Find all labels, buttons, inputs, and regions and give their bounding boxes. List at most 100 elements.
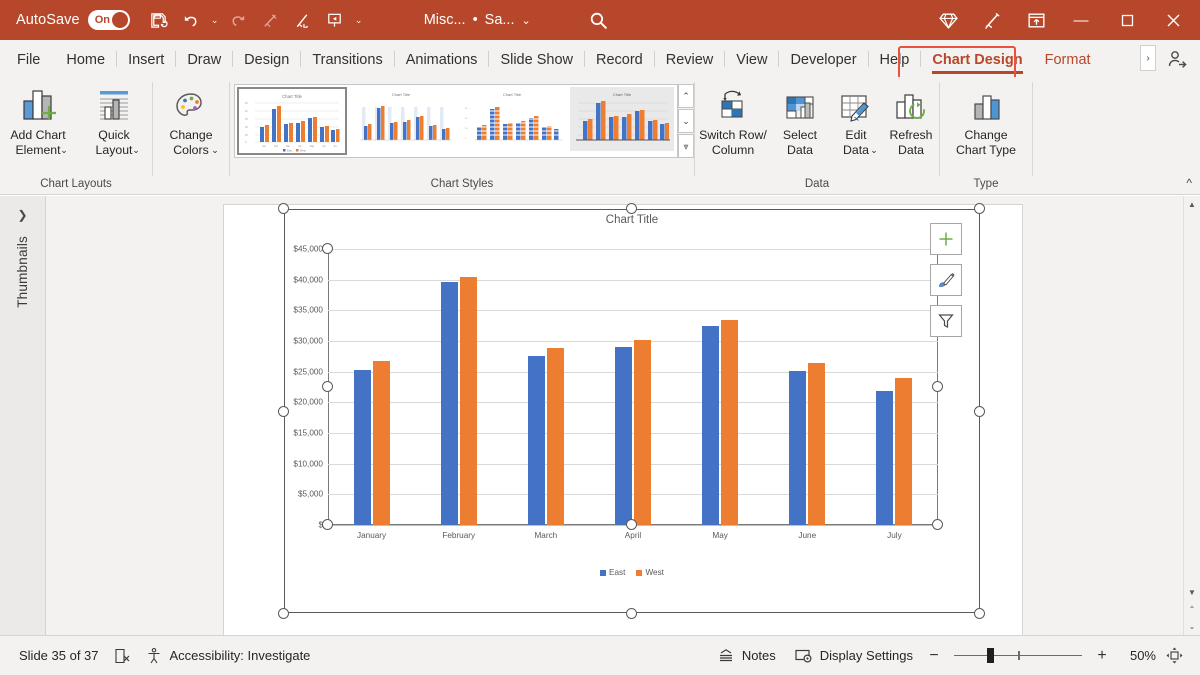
- search-icon[interactable]: [583, 10, 615, 31]
- expand-thumbnails-icon[interactable]: ❯: [17, 208, 27, 222]
- tab-review[interactable]: Review: [656, 46, 724, 77]
- language-proofing-button[interactable]: [106, 643, 138, 669]
- plot-handle-middle-left[interactable]: [322, 381, 333, 392]
- collapse-ribbon-icon[interactable]: ^: [1186, 176, 1192, 190]
- gallery-more-icon[interactable]: ⩔: [678, 134, 694, 158]
- chevron-down-icon[interactable]: ⌄: [59, 143, 69, 158]
- bar-west-june[interactable]: [808, 363, 825, 525]
- resize-handle-middle-left[interactable]: [278, 406, 289, 417]
- plot-area[interactable]: $$5,000$10,000$15,000$20,000$25,000$30,0…: [328, 249, 938, 525]
- zoom-out-button[interactable]: −: [924, 647, 944, 665]
- bar-east-june[interactable]: [789, 371, 806, 525]
- chart-elements-button[interactable]: [930, 223, 962, 255]
- slide-counter[interactable]: Slide 35 of 37: [12, 644, 106, 667]
- bar-east-february[interactable]: [441, 282, 458, 525]
- ribbon-display-icon[interactable]: [1014, 0, 1058, 40]
- chart-style-option-4[interactable]: Chart Title: [570, 87, 674, 155]
- bar-east-may[interactable]: [702, 326, 719, 525]
- chart-object[interactable]: Chart Title $$5,000$10,000$15,000$20,000…: [284, 209, 980, 613]
- customize-qat-icon[interactable]: ⌄: [352, 15, 366, 26]
- maximize-button[interactable]: [1104, 0, 1150, 40]
- draw-icon[interactable]: [970, 0, 1014, 40]
- chart-style-option-2[interactable]: Chart Title: [348, 87, 458, 155]
- add-chart-element-button[interactable]: Add Chart Element ⌄: [0, 83, 76, 158]
- chart-title[interactable]: Chart Title: [284, 214, 980, 226]
- chart-style-option-1[interactable]: Chart Title 45403530250: [237, 87, 347, 155]
- pen-icon[interactable]: [288, 5, 318, 35]
- bar-west-july[interactable]: [895, 378, 912, 525]
- bar-west-march[interactable]: [547, 348, 564, 525]
- tab-insert[interactable]: Insert: [118, 46, 174, 77]
- start-slideshow-icon[interactable]: [320, 5, 350, 35]
- tab-file[interactable]: File: [1, 46, 54, 77]
- thumbnails-pane[interactable]: ❯ Thumbnails: [0, 196, 46, 635]
- repeat-icon[interactable]: [256, 5, 286, 35]
- tab-record[interactable]: Record: [586, 46, 653, 77]
- previous-slide-icon[interactable]: ⌃: [1184, 601, 1200, 618]
- chevron-down-icon[interactable]: ⌄: [210, 143, 220, 158]
- zoom-slider[interactable]: [954, 655, 1082, 657]
- resize-handle-middle-right[interactable]: [974, 406, 985, 417]
- zoom-in-button[interactable]: +: [1092, 647, 1112, 665]
- plot-handle-top-left[interactable]: [322, 243, 333, 254]
- scrollbar-track[interactable]: [1184, 213, 1200, 584]
- tab-animations[interactable]: Animations: [396, 46, 488, 77]
- tab-chart-design[interactable]: Chart Design: [922, 46, 1032, 77]
- tab-design[interactable]: Design: [234, 46, 299, 77]
- resize-handle-bottom-right[interactable]: [974, 608, 985, 619]
- fit-slide-to-window-button[interactable]: [1160, 646, 1188, 665]
- scroll-up-icon[interactable]: ▲: [1184, 196, 1200, 213]
- resize-handle-top-center[interactable]: [626, 203, 637, 214]
- refresh-data-button[interactable]: Refresh Data: [883, 83, 939, 158]
- plot-handle-middle-right[interactable]: [932, 381, 943, 392]
- resize-handle-bottom-left[interactable]: [278, 608, 289, 619]
- bar-west-january[interactable]: [373, 361, 390, 525]
- tab-developer[interactable]: Developer: [780, 46, 866, 77]
- edit-data-button[interactable]: Edit Data ⌄: [829, 83, 883, 158]
- zoom-slider-thumb[interactable]: [987, 648, 994, 663]
- redo-icon[interactable]: [224, 5, 254, 35]
- zoom-level-label[interactable]: 50%: [1116, 648, 1156, 663]
- slide[interactable]: Chart Title $$5,000$10,000$15,000$20,000…: [223, 204, 1023, 654]
- scroll-down-icon[interactable]: ▼: [1184, 584, 1200, 601]
- tab-slide-show[interactable]: Slide Show: [490, 46, 583, 77]
- more-tabs-icon[interactable]: ›: [1140, 45, 1156, 71]
- bar-east-april[interactable]: [615, 347, 632, 525]
- chevron-down-icon[interactable]: ⌄: [869, 143, 879, 158]
- tab-transitions[interactable]: Transitions: [302, 46, 392, 77]
- tab-help[interactable]: Help: [870, 46, 920, 77]
- minimize-button[interactable]: —: [1058, 0, 1104, 40]
- resize-handle-top-left[interactable]: [278, 203, 289, 214]
- legend-item[interactable]: West: [636, 568, 664, 577]
- autosave-toggle[interactable]: On: [88, 10, 130, 30]
- tab-format[interactable]: Format: [1035, 46, 1101, 77]
- plot-handle-bottom-center[interactable]: [626, 519, 637, 530]
- bar-west-april[interactable]: [634, 340, 651, 525]
- bar-east-july[interactable]: [876, 391, 893, 525]
- document-title[interactable]: Misc... • Sa... ⌄: [424, 12, 531, 28]
- bar-east-january[interactable]: [354, 370, 371, 525]
- undo-dropdown-icon[interactable]: ⌄: [208, 15, 222, 26]
- bar-west-february[interactable]: [460, 277, 477, 525]
- select-data-button[interactable]: Select Data: [771, 83, 829, 158]
- share-user-icon[interactable]: [1160, 44, 1194, 74]
- gallery-scroll-down-icon[interactable]: ⌄: [678, 109, 694, 133]
- switch-row-column-button[interactable]: Switch Row/ Column: [695, 83, 771, 158]
- display-settings-button[interactable]: Display Settings: [787, 643, 920, 669]
- chevron-down-icon[interactable]: ⌄: [521, 14, 530, 27]
- resize-handle-top-right[interactable]: [974, 203, 985, 214]
- tab-draw[interactable]: Draw: [177, 46, 231, 77]
- zoom-slider-track[interactable]: [954, 655, 1082, 657]
- notes-button[interactable]: Notes: [710, 643, 783, 669]
- gallery-scroll-up-icon[interactable]: ⌃: [678, 84, 694, 108]
- close-button[interactable]: [1150, 0, 1196, 40]
- chart-legend[interactable]: EastWest: [284, 568, 980, 577]
- tab-home[interactable]: Home: [56, 46, 115, 77]
- chart-filters-button[interactable]: [930, 305, 962, 337]
- plot-handle-bottom-right[interactable]: [932, 519, 943, 530]
- change-chart-type-button[interactable]: Change Chart Type: [940, 83, 1032, 158]
- plot-handle-bottom-left[interactable]: [322, 519, 333, 530]
- chart-styles-button[interactable]: [930, 264, 962, 296]
- vertical-scrollbar[interactable]: ▲ ▼ ⌃ ⌄: [1183, 196, 1200, 635]
- chevron-down-icon[interactable]: ⌄: [131, 143, 141, 158]
